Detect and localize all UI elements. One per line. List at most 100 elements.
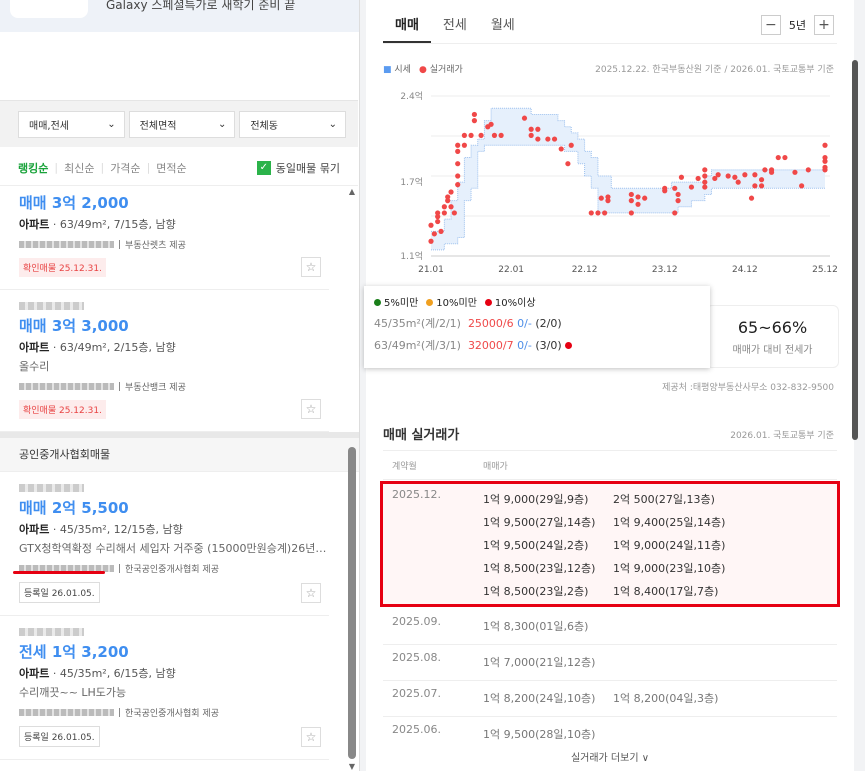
listing-list: 매매 3억 2,000 아파트 · 63/49m², 7/15층, 남향 | 부동… (0, 187, 359, 760)
actual-trade-point (782, 154, 788, 161)
actual-trade-point (768, 167, 775, 173)
actual-trade-point (431, 231, 437, 237)
sort-area[interactable]: 면적순 (156, 160, 186, 176)
scrollbar-thumb[interactable] (348, 447, 356, 759)
sort-ranking[interactable]: 랭킹순 (18, 160, 48, 176)
area-select[interactable]: 전체면적 ⌄ (128, 111, 236, 138)
actual-trade-point (498, 132, 504, 138)
star-icon[interactable]: ☆ (301, 583, 321, 603)
chart-basis: 2025.12.22. 한국부동산원 기준 / 2026.01. 국토교통부 기… (595, 65, 834, 75)
list-item[interactable]: 매매 3억 3,000 아파트 · 63/49m², 2/15층, 남향 올수리… (0, 290, 329, 432)
listing-spec: 아파트 · 63/49m², 2/15층, 남향 (19, 341, 176, 354)
listing-panel: Galaxy 스페셜특가로 새학기 준비 끝 매매,전세 ⌄ 전체면적 ⌄ 전체동 ⌄… (0, 0, 360, 771)
ratio-label: 매매가 대비 전세가 (732, 345, 813, 356)
list-item[interactable]: 전세 1억 3,200 아파트 · 45/35m², 6/15층, 남향 수리깨… (0, 616, 329, 760)
listing-source: | 부동산뱅크 제공 (19, 380, 329, 393)
actual-trade-point (448, 204, 454, 210)
dot-icon (374, 299, 381, 306)
tab-monthly[interactable]: 월세 (479, 14, 527, 43)
listing-price: 매매 3억 2,000 (19, 194, 129, 212)
blurred-complex-name (19, 484, 84, 492)
actual-trade-point (428, 238, 434, 244)
actual-trade-point (478, 132, 484, 138)
actual-trade-point (758, 177, 765, 183)
list-item[interactable]: 매매 2억 5,500 아파트 · 45/35m², 12/15층, 남향 GT… (0, 472, 329, 616)
panel-scrollbar[interactable] (852, 60, 858, 440)
listing-source: | 부동산렛츠 제공 (19, 238, 329, 251)
actual-trade-point (672, 185, 678, 191)
deal-month: 2025.12. (392, 488, 441, 501)
period-control: − 5년 + (760, 15, 834, 35)
actual-trade-point (775, 154, 781, 161)
deal-price: 1억 8,400(17일,7층) (613, 585, 719, 598)
plus-button[interactable]: + (814, 15, 834, 35)
ad-banner[interactable]: Galaxy 스페셜특가로 새학기 준비 끝 (0, 0, 359, 32)
actual-trade-point (602, 210, 608, 216)
actual-trade-point (488, 121, 494, 127)
star-icon[interactable]: ☆ (301, 727, 321, 747)
actual-trade-point (752, 183, 758, 189)
actual-trade-point (672, 210, 678, 216)
tab-sale[interactable]: 매매 (383, 14, 431, 43)
deal-price: 1억 9,500(28일,10층) (483, 728, 596, 741)
scroll-down-icon[interactable]: ▼ (347, 762, 357, 771)
actual-trade-point (528, 132, 534, 138)
deal-price: 1억 9,000(24일,11층) (613, 539, 726, 552)
ad-text: Galaxy 스페셜특가로 새학기 준비 끝 (106, 0, 296, 12)
actual-trade-point (688, 184, 695, 190)
actual-trade-point (702, 167, 708, 173)
actual-trade-point (558, 146, 564, 152)
actual-trade-point (715, 172, 721, 178)
actual-trade-point (702, 179, 708, 185)
market-price-band (431, 108, 825, 250)
legend-item: 5%미만 (374, 294, 418, 309)
select-label: 매매,전세 (29, 121, 69, 132)
deals-basis: 2026.01. 국토교통부 기준 (730, 431, 834, 441)
blurred-agency (19, 241, 114, 248)
more-deals-link[interactable]: 실거래가 더보기 ∨ (366, 752, 854, 766)
star-icon[interactable]: ☆ (301, 399, 321, 419)
actual-trade-point (491, 132, 498, 138)
listing-spec: 아파트 · 45/35m², 12/15층, 남향 (19, 523, 183, 536)
verified-badge: 확인매물 25.12.31. (19, 400, 106, 419)
actual-trade-point (588, 210, 594, 216)
chevron-down-icon: ⌄ (328, 119, 338, 130)
actual-trade-point (438, 228, 444, 234)
actual-trade-point (461, 132, 467, 138)
actual-trade-point (628, 191, 634, 198)
sort-bar: 랭킹순 | 최신순 | 가격순 | 면적순 ✓ 동일매물 묶기 (0, 150, 358, 186)
listing-summary-tooltip: 5%미만 10%미만 10%이상 45/35m²(계/2/1) 25000/6 0/… (364, 286, 710, 368)
deal-month: 2025.06. (392, 723, 441, 736)
minus-button[interactable]: − (760, 15, 781, 35)
actual-trade-point (725, 173, 731, 179)
blurred-complex-name (19, 302, 84, 310)
list-scrollbar[interactable]: ▲ ▼ (347, 187, 357, 771)
actual-trade-point (468, 132, 474, 138)
select-label: 전체동 (250, 121, 278, 132)
deal-price: 2억 500(27일,13층) (613, 493, 715, 506)
price-chart[interactable]: 2.4억 1.7억 1.1억 21.01 22.01 22.12 23.12 24.12 25.… (366, 80, 854, 280)
actual-trade-point (455, 161, 461, 167)
actual-trade-point (628, 210, 634, 216)
blurred-agency (19, 709, 114, 716)
sort-latest[interactable]: 최신순 (64, 160, 94, 176)
y-tick-label: 1.7억 (400, 176, 423, 188)
sort-price[interactable]: 가격순 (110, 160, 140, 176)
actual-trade-point (565, 161, 571, 167)
actual-trade-point (678, 174, 685, 180)
star-icon[interactable]: ☆ (301, 257, 321, 277)
tab-jeonse[interactable]: 전세 (431, 14, 479, 43)
actual-trade-point (732, 174, 738, 180)
group-same-listings-checkbox[interactable]: ✓ 동일매물 묶기 (256, 160, 340, 176)
jeonse-ratio-card: 65~66% 매매가 대비 전세가 (706, 305, 839, 368)
list-item[interactable]: 매매 3억 2,000 아파트 · 63/49m², 7/15층, 남향 | 부동… (0, 187, 329, 290)
trade-type-select[interactable]: 매매,전세 ⌄ (18, 111, 125, 138)
actual-trade-point (448, 189, 454, 195)
actual-trade-point (642, 195, 648, 201)
chevron-down-icon: ⌄ (107, 119, 116, 130)
listing-price: 매매 2억 5,500 (19, 499, 129, 517)
dong-select[interactable]: 전체동 ⌄ (239, 111, 347, 138)
chart-legend: ■ 시세 ● 실거래가 (383, 62, 463, 75)
legend-market: ■ 시세 (383, 65, 411, 75)
scroll-up-icon[interactable]: ▲ (347, 187, 357, 196)
